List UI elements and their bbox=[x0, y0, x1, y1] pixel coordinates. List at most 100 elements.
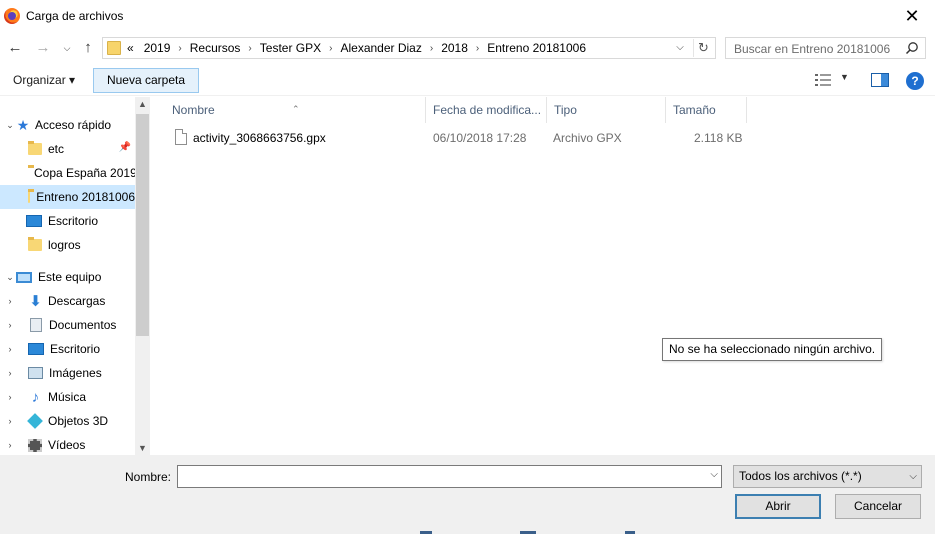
3d-objects-icon bbox=[27, 413, 43, 429]
address-bar[interactable]: « 2019 › Recursos › Tester GPX › Alexand… bbox=[102, 37, 716, 59]
folder-icon bbox=[28, 189, 35, 203]
chevron-right-icon[interactable]: › bbox=[4, 440, 16, 450]
nav-label: Este equipo bbox=[38, 270, 102, 284]
nav-item-imagenes[interactable]: › Imágenes bbox=[0, 361, 135, 385]
breadcrumb-item[interactable]: 2018 bbox=[436, 41, 473, 55]
scroll-down-icon[interactable]: ▼ bbox=[135, 443, 150, 453]
refresh-icon[interactable]: ↻ bbox=[693, 39, 713, 57]
nav-label: Música bbox=[48, 390, 87, 404]
scrollbar-thumb[interactable] bbox=[136, 114, 149, 336]
column-header-type[interactable]: Tipo bbox=[547, 97, 666, 123]
column-header-size[interactable]: Tamaño bbox=[666, 97, 747, 123]
pin-icon[interactable]: 📌 bbox=[119, 142, 131, 153]
close-icon[interactable]: ✕ bbox=[889, 0, 935, 32]
file-size: 2.118 KB bbox=[694, 131, 743, 145]
nav-item-videos[interactable]: › Vídeos bbox=[0, 433, 135, 455]
view-options-dropdown-icon[interactable]: ▼ bbox=[840, 72, 849, 82]
tooltip: No se ha seleccionado ningún archivo. bbox=[662, 338, 883, 361]
chevron-right-icon[interactable]: › bbox=[427, 43, 436, 54]
address-dropdown-icon[interactable]: ⌵ bbox=[671, 39, 689, 57]
breadcrumb-item[interactable]: 2019 bbox=[139, 41, 176, 55]
column-header-date[interactable]: Fecha de modifica... bbox=[426, 97, 547, 123]
chevron-down-icon[interactable]: ⌄ bbox=[4, 120, 16, 131]
open-button[interactable]: Abrir bbox=[735, 494, 821, 519]
recent-locations-chevron-icon[interactable]: ⌵ bbox=[57, 40, 77, 58]
file-name-input[interactable]: ⌵ bbox=[177, 465, 722, 488]
chevron-right-icon[interactable]: › bbox=[326, 43, 335, 54]
search-placeholder: Buscar en Entreno 20181006 bbox=[734, 42, 891, 56]
chevron-right-icon[interactable]: › bbox=[473, 43, 482, 54]
chevron-right-icon[interactable]: › bbox=[4, 416, 16, 426]
file-name-label: Nombre: bbox=[125, 470, 172, 484]
breadcrumb: « 2019 › Recursos › Tester GPX › Alexand… bbox=[127, 41, 591, 55]
file-type: Archivo GPX bbox=[553, 131, 622, 145]
help-icon[interactable]: ? bbox=[906, 72, 924, 90]
scroll-up-icon[interactable]: ▲ bbox=[135, 99, 150, 109]
nav-scrollbar[interactable]: ▲ ▼ bbox=[135, 97, 150, 455]
breadcrumb-item[interactable]: Tester GPX bbox=[255, 41, 326, 55]
file-row[interactable]: activity_3068663756.gpx 06/10/2018 17:28… bbox=[152, 128, 752, 148]
toolbar: Organizar ▾ Nueva carpeta ▼ ? bbox=[0, 64, 935, 96]
title-bar: Carga de archivos ✕ bbox=[0, 0, 935, 32]
breadcrumb-item[interactable]: Alexander Diaz bbox=[335, 41, 426, 55]
forward-arrow-icon[interactable]: → bbox=[33, 40, 53, 58]
nav-item-etc[interactable]: etc 📌 bbox=[0, 137, 135, 161]
chevron-down-icon[interactable]: ⌵ bbox=[909, 466, 917, 487]
chevron-down-icon[interactable]: ⌄ bbox=[4, 272, 16, 283]
chevron-right-icon[interactable]: › bbox=[4, 368, 16, 378]
chevron-right-icon[interactable]: › bbox=[4, 296, 16, 306]
breadcrumb-item[interactable]: Recursos bbox=[185, 41, 246, 55]
chevron-right-icon[interactable]: › bbox=[4, 392, 16, 402]
nav-this-pc[interactable]: ⌄ Este equipo bbox=[0, 265, 135, 289]
nav-quick-access[interactable]: ⌄ ★ Acceso rápido bbox=[0, 113, 135, 137]
documents-icon bbox=[30, 318, 42, 332]
nav-label: Vídeos bbox=[48, 438, 86, 452]
firefox-icon bbox=[4, 8, 20, 24]
nav-item-objetos-3d[interactable]: › Objetos 3D bbox=[0, 409, 135, 433]
file-type-select[interactable]: Todos los archivos (*.*) ⌵ bbox=[733, 465, 922, 488]
navigation-pane: ⌄ ★ Acceso rápido etc 📌 Copa España 2019… bbox=[0, 97, 150, 455]
new-folder-button[interactable]: Nueva carpeta bbox=[93, 68, 199, 93]
window-title: Carga de archivos bbox=[26, 9, 124, 23]
nav-item-entreno[interactable]: Entreno 20181006 bbox=[0, 185, 135, 209]
file-icon bbox=[175, 129, 187, 145]
breadcrumb-item[interactable]: Entreno 20181006 bbox=[482, 41, 591, 55]
sort-ascending-icon: ⌃ bbox=[292, 104, 300, 114]
chevron-right-icon[interactable]: › bbox=[175, 43, 184, 54]
nav-item-logros[interactable]: logros bbox=[0, 233, 135, 257]
search-input[interactable]: Buscar en Entreno 20181006 bbox=[725, 37, 926, 59]
nav-label: Objetos 3D bbox=[48, 414, 109, 428]
cancel-button[interactable]: Cancelar bbox=[835, 494, 921, 519]
file-date: 06/10/2018 17:28 bbox=[433, 131, 527, 145]
search-icon[interactable] bbox=[905, 41, 919, 55]
nav-item-copa-espana[interactable]: Copa España 2019 bbox=[0, 161, 135, 185]
star-icon: ★ bbox=[16, 116, 30, 133]
nav-item-descargas[interactable]: › ⬇ Descargas bbox=[0, 289, 135, 313]
chevron-right-icon[interactable]: › bbox=[245, 43, 254, 54]
nav-item-documentos[interactable]: › Documentos bbox=[0, 313, 135, 337]
up-arrow-icon[interactable]: ↑ bbox=[78, 40, 98, 58]
video-icon bbox=[28, 438, 42, 452]
nav-label: etc bbox=[48, 142, 65, 156]
download-icon: ⬇ bbox=[29, 293, 42, 310]
folder-icon bbox=[28, 141, 42, 155]
column-header-name[interactable]: Nombre ⌃ bbox=[152, 97, 426, 123]
nav-label: Imágenes bbox=[49, 366, 102, 380]
chevron-down-icon[interactable]: ⌵ bbox=[710, 469, 718, 480]
address-row: ← → ⌵ ↑ « 2019 › Recursos › Tester GPX ›… bbox=[0, 32, 935, 64]
chevron-right-icon[interactable]: › bbox=[4, 344, 16, 354]
organize-menu-button[interactable]: Organizar ▾ bbox=[6, 68, 82, 92]
file-name: activity_3068663756.gpx bbox=[193, 131, 326, 145]
nav-label: Escritorio bbox=[50, 342, 101, 356]
nav-label: Acceso rápido bbox=[35, 118, 112, 132]
nav-item-escritorio[interactable]: › Escritorio bbox=[0, 337, 135, 361]
preview-pane-icon[interactable] bbox=[871, 73, 889, 87]
breadcrumb-overflow[interactable]: « bbox=[127, 41, 139, 55]
view-details-icon[interactable] bbox=[815, 73, 831, 87]
chevron-right-icon[interactable]: › bbox=[4, 320, 16, 330]
nav-item-escritorio-quick[interactable]: Escritorio bbox=[0, 209, 135, 233]
nav-label: Documentos bbox=[49, 318, 117, 332]
back-arrow-icon[interactable]: ← bbox=[5, 40, 25, 58]
nav-label: logros bbox=[48, 238, 81, 252]
nav-item-musica[interactable]: › ♪ Música bbox=[0, 385, 135, 409]
